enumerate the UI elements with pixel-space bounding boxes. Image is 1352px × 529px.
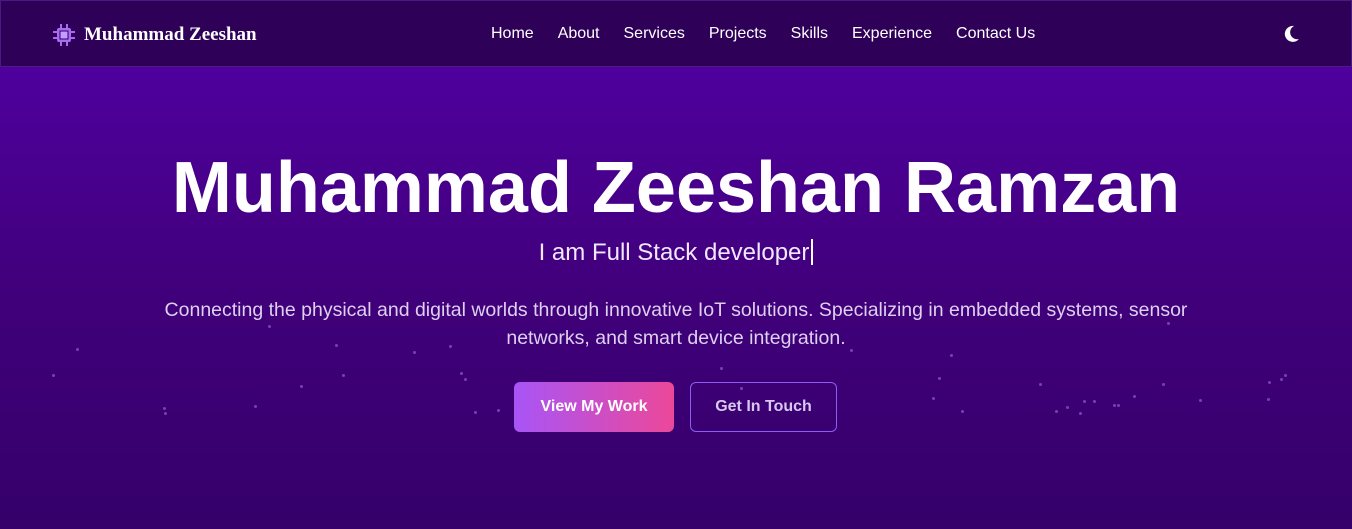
brand-logo[interactable]: Muhammad Zeeshan bbox=[52, 23, 257, 47]
particle-dot bbox=[1284, 374, 1287, 377]
nav-skills[interactable]: Skills bbox=[791, 25, 828, 43]
hero-section: Muhammad Zeeshan Ramzan I am Full Stack … bbox=[0, 67, 1352, 529]
moon-icon[interactable] bbox=[1281, 24, 1301, 44]
particle-dot bbox=[464, 378, 467, 381]
navbar: Muhammad Zeeshan Home About Services Pro… bbox=[0, 0, 1352, 67]
hero-title: Muhammad Zeeshan Ramzan bbox=[171, 148, 1181, 228]
particle-dot bbox=[460, 372, 463, 375]
chip-icon bbox=[53, 24, 75, 46]
particle-dot bbox=[52, 374, 55, 377]
nav-experience[interactable]: Experience bbox=[852, 25, 932, 43]
particle-dot bbox=[950, 354, 953, 357]
particle-dot bbox=[342, 374, 345, 377]
get-in-touch-button[interactable]: Get In Touch bbox=[690, 382, 837, 432]
view-my-work-button[interactable]: View My Work bbox=[514, 382, 674, 432]
particle-dot bbox=[164, 412, 167, 415]
particle-dot bbox=[300, 385, 303, 388]
particle-dot bbox=[1199, 399, 1202, 402]
nav-services[interactable]: Services bbox=[624, 25, 685, 43]
particle-dot bbox=[1133, 395, 1136, 398]
particle-dot bbox=[932, 397, 935, 400]
particle-dot bbox=[1162, 383, 1165, 386]
particle-dot bbox=[1093, 400, 1096, 403]
particle-dot bbox=[1083, 400, 1086, 403]
hero-description: Connecting the physical and digital worl… bbox=[164, 299, 1188, 349]
particle-dot bbox=[76, 348, 79, 351]
particle-dot bbox=[720, 367, 723, 370]
particle-dot bbox=[497, 409, 500, 412]
nav-links: Home About Services Projects Skills Expe… bbox=[491, 25, 1059, 43]
nav-home[interactable]: Home bbox=[491, 25, 534, 43]
brand-name: Muhammad Zeeshan bbox=[84, 24, 257, 45]
particle-dot bbox=[1066, 406, 1069, 409]
particle-dot bbox=[961, 410, 964, 413]
typing-text: I am Full Stack developer bbox=[538, 239, 810, 266]
particle-dot bbox=[1117, 404, 1120, 407]
particle-dot bbox=[254, 405, 257, 408]
nav-about[interactable]: About bbox=[558, 25, 600, 43]
particle-dot bbox=[1039, 383, 1042, 386]
nav-contact[interactable]: Contact Us bbox=[956, 25, 1035, 43]
nav-projects[interactable]: Projects bbox=[709, 25, 767, 43]
typing-text-wrap: I am Full Stack developer bbox=[0, 239, 1352, 267]
typing-caret bbox=[811, 239, 814, 265]
particle-dot bbox=[1268, 381, 1271, 384]
particle-dot bbox=[1079, 412, 1082, 415]
particle-dot bbox=[163, 407, 166, 410]
particle-dot bbox=[1267, 398, 1270, 401]
particle-dot bbox=[474, 411, 477, 414]
particle-dot bbox=[1055, 410, 1058, 413]
particle-dot bbox=[938, 377, 941, 380]
particle-dot bbox=[1113, 404, 1116, 407]
particle-dot bbox=[1280, 378, 1283, 381]
